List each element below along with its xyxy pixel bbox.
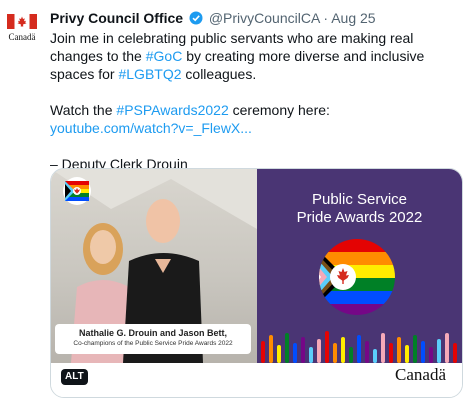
pride-flag-logo-icon [319,239,395,315]
tweet-paragraph-1: Join me in celebrating public servants w… [50,29,468,83]
avatar[interactable]: Canadä [5,12,39,46]
awards-title: Public Service Pride Awards 2022 [257,191,462,227]
handle[interactable]: @PrivyCouncilCA [209,10,320,26]
caption-names: Nathalie G. Drouin and Jason Bett, [78,328,228,338]
awards-title-line: Pride Awards 2022 [296,209,423,226]
canada-wordmark: Canadä [8,32,36,42]
tweet-header: Privy Council Office @PrivyCouncilCA · A… [50,10,376,26]
caption-role: Co-champions of the Public Service Pride… [73,340,233,347]
separator: · [323,10,329,26]
canada-wordmark: Canadä [395,365,446,384]
hashtag-pspawards2022[interactable]: #PSPAwards2022 [116,102,228,118]
alt-badge[interactable]: ALT [61,369,88,385]
awards-panel: Public Service Pride Awards 2022 [257,169,462,363]
tweet-link-line: youtube.com/watch?v=_FlewX... [50,119,468,137]
hashtag-goc[interactable]: #GoC [146,48,183,64]
verified-badge-icon [189,11,203,25]
decorative-bars [261,331,457,363]
canada-flag-icon [7,14,37,29]
text-segment: ceremony here: [228,102,330,118]
text-segment: Watch the [50,102,117,118]
photo-caption: Nathalie G. Drouin and Jason Bett, Co-ch… [55,324,251,354]
hashtag-lgbtq2[interactable]: #LGBTQ2 [118,66,181,82]
tweet-paragraph-2: Watch the #PSPAwards2022 ceremony here: [50,101,468,119]
display-name[interactable]: Privy Council Office [50,10,183,26]
media-footer: ALT Canadä [51,363,462,397]
media-card[interactable]: Nathalie G. Drouin and Jason Bett, Co-ch… [50,168,463,398]
text-segment: colleagues. [181,66,257,82]
tweet-text: Join me in celebrating public servants w… [50,29,468,173]
awards-title-line: Public Service [311,191,408,208]
photo: Nathalie G. Drouin and Jason Bett, Co-ch… [51,169,257,363]
youtube-link[interactable]: youtube.com/watch?v=_FlewX... [50,120,252,136]
tweet-date[interactable]: Aug 25 [331,10,375,26]
